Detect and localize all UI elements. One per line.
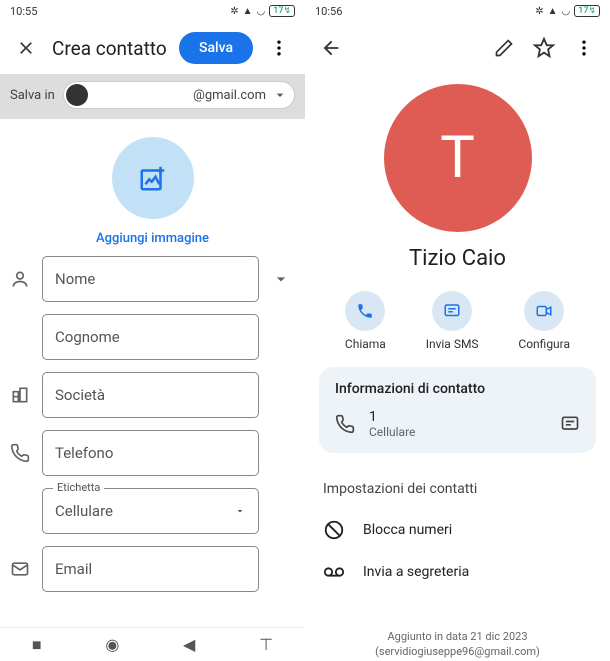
- save-in-label: Salva in: [10, 88, 55, 103]
- phone-icon: [10, 443, 30, 463]
- first-name-field[interactable]: Nome: [42, 256, 259, 302]
- status-time: 10:56: [315, 5, 342, 18]
- more-button[interactable]: [566, 30, 602, 66]
- arrow-back-icon: [320, 37, 342, 59]
- company-icon: [10, 385, 30, 405]
- contact-name: Tizio Caio: [305, 246, 610, 271]
- page-title: Crea contatto: [52, 37, 171, 60]
- voicemail-icon: [323, 561, 345, 583]
- account-avatar-icon: [66, 84, 88, 106]
- battery-icon: 17↯: [269, 5, 295, 17]
- message-icon: [443, 302, 461, 320]
- video-action[interactable]: Configura: [518, 291, 570, 351]
- info-title: Informazioni di contatto: [335, 381, 580, 397]
- favorite-button[interactable]: [526, 30, 562, 66]
- battery-icon: 17↯: [574, 5, 600, 17]
- photo-area: Aggiungi immagine: [0, 119, 305, 256]
- call-action[interactable]: Chiama: [345, 291, 386, 351]
- status-bar: 10:55 ✲▲◡ 17↯: [0, 0, 305, 22]
- account-email: @gmail.com: [94, 88, 266, 103]
- nav-accessibility-icon[interactable]: ⊤: [259, 635, 273, 654]
- avatar-letter: T: [440, 124, 475, 192]
- pencil-icon: [494, 38, 514, 58]
- etichetta-label: Etichetta: [53, 481, 104, 494]
- topbar: [305, 22, 610, 74]
- action-row: Chiama Invia SMS Configura: [305, 291, 610, 367]
- block-icon: [323, 519, 345, 541]
- save-button[interactable]: Salva: [179, 32, 253, 64]
- android-nav: ■ ◉ ◀ ⊤: [0, 627, 305, 661]
- form: Nome Cognome Società Telefono Etichetta …: [0, 256, 305, 604]
- status-icons: ✲▲◡ 17↯: [535, 5, 600, 17]
- nav-home-icon[interactable]: ◉: [105, 635, 119, 654]
- add-image-icon: [138, 163, 168, 193]
- status-icons: ✲▲◡ 17↯: [230, 5, 295, 17]
- account-selector[interactable]: @gmail.com: [63, 81, 295, 109]
- phone-icon: [356, 302, 374, 320]
- settings-title: Impostazioni dei contatti: [323, 481, 592, 497]
- status-bar: 10:56 ✲▲◡ 17↯: [305, 0, 610, 22]
- close-icon: [16, 38, 36, 58]
- sms-action[interactable]: Invia SMS: [426, 291, 479, 351]
- phone-label: Cellulare: [369, 425, 546, 439]
- dropdown-icon: [234, 505, 246, 517]
- expand-name-button[interactable]: [267, 269, 295, 289]
- add-image-link[interactable]: Aggiungi immagine: [96, 231, 209, 246]
- voicemail-row[interactable]: Invia a segreteria: [323, 551, 592, 593]
- company-field[interactable]: Società: [42, 372, 259, 418]
- save-in-row: Salva in @gmail.com: [0, 74, 305, 119]
- chevron-down-icon: [272, 87, 288, 103]
- more-vert-icon: [574, 38, 594, 58]
- star-icon: [533, 37, 555, 59]
- edit-button[interactable]: [486, 30, 522, 66]
- email-field[interactable]: Email: [42, 546, 259, 592]
- phone-field[interactable]: Telefono: [42, 430, 259, 476]
- added-footer: Aggiunto in data 21 dic 2023 (servidiogi…: [305, 630, 610, 659]
- more-button[interactable]: [261, 30, 297, 66]
- nav-back-icon[interactable]: ◀: [183, 635, 195, 654]
- phone-label-select[interactable]: Etichetta Cellulare: [42, 488, 259, 534]
- message-icon[interactable]: [560, 414, 580, 434]
- close-button[interactable]: [8, 30, 44, 66]
- phone-row[interactable]: 1 Cellulare: [335, 409, 580, 439]
- topbar: Crea contatto Salva: [0, 22, 305, 74]
- person-icon: [10, 269, 30, 289]
- contact-info-card: Informazioni di contatto 1 Cellulare: [319, 367, 596, 453]
- block-row[interactable]: Blocca numeri: [323, 509, 592, 551]
- contact-settings: Impostazioni dei contatti Blocca numeri …: [305, 467, 610, 597]
- contact-avatar: T: [384, 84, 532, 232]
- video-icon: [535, 302, 553, 320]
- more-vert-icon: [269, 38, 289, 58]
- chevron-down-icon: [271, 269, 291, 289]
- phone-icon: [335, 414, 355, 434]
- last-name-field[interactable]: Cognome: [42, 314, 259, 360]
- email-icon: [10, 559, 30, 579]
- add-photo-button[interactable]: [112, 137, 194, 219]
- status-time: 10:55: [10, 5, 37, 18]
- nav-recent-icon[interactable]: ■: [32, 635, 42, 655]
- phone-number: 1: [369, 409, 546, 425]
- back-button[interactable]: [313, 30, 349, 66]
